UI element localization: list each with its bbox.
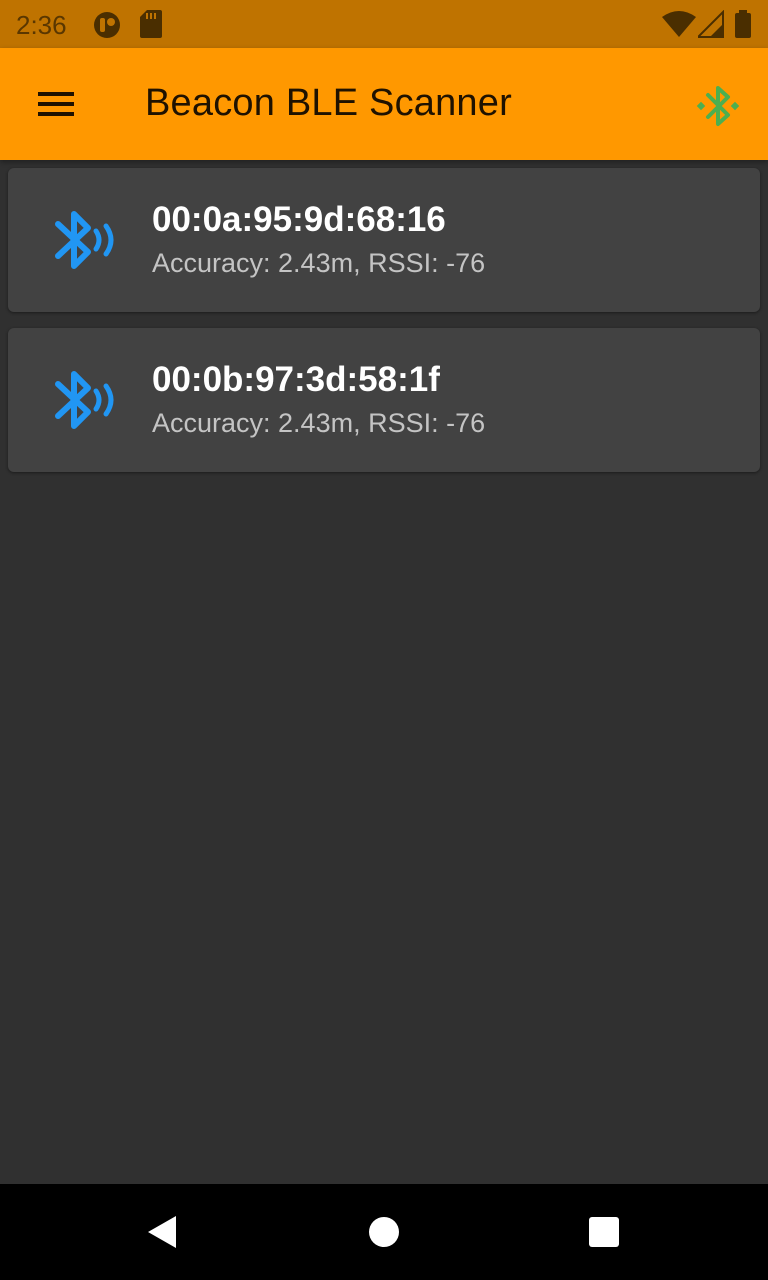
sd-card-icon	[140, 10, 162, 38]
back-button[interactable]	[144, 1212, 184, 1252]
app-notification-icon	[94, 12, 120, 38]
beacon-card[interactable]: 00:0b:97:3d:58:1f Accuracy: 2.43m, RSSI:…	[8, 328, 760, 472]
app-title: Beacon BLE Scanner	[145, 82, 512, 124]
battery-icon	[735, 10, 751, 38]
beacon-details: Accuracy: 2.43m, RSSI: -76	[152, 408, 486, 438]
menu-button[interactable]	[28, 82, 84, 126]
beacon-list: 00:0a:95:9d:68:16 Accuracy: 2.43m, RSSI:…	[8, 168, 760, 488]
recents-button[interactable]	[584, 1212, 624, 1252]
beacon-details: Accuracy: 2.43m, RSSI: -76	[152, 248, 486, 278]
home-button[interactable]	[364, 1212, 404, 1252]
hamburger-menu-icon[interactable]	[28, 82, 84, 126]
status-bar: 2:36	[0, 0, 768, 48]
app-bar: Beacon BLE Scanner	[0, 48, 768, 160]
navigation-bar	[0, 1184, 768, 1280]
beacon-mac-address: 00:0a:95:9d:68:16	[152, 200, 446, 239]
status-time: 2:36	[16, 10, 67, 40]
scan-button[interactable]	[690, 78, 746, 134]
bluetooth-searching-icon[interactable]	[690, 78, 746, 134]
beacon-card[interactable]: 00:0a:95:9d:68:16 Accuracy: 2.43m, RSSI:…	[8, 168, 760, 312]
home-icon[interactable]	[364, 1212, 404, 1252]
recents-icon[interactable]	[584, 1212, 624, 1252]
signal-icon	[698, 10, 724, 38]
bluetooth-audio-icon	[55, 371, 114, 429]
bluetooth-audio-icon	[55, 211, 114, 269]
beacon-mac-address: 00:0b:97:3d:58:1f	[152, 360, 440, 399]
back-icon[interactable]	[144, 1212, 184, 1252]
wifi-icon	[662, 11, 696, 37]
